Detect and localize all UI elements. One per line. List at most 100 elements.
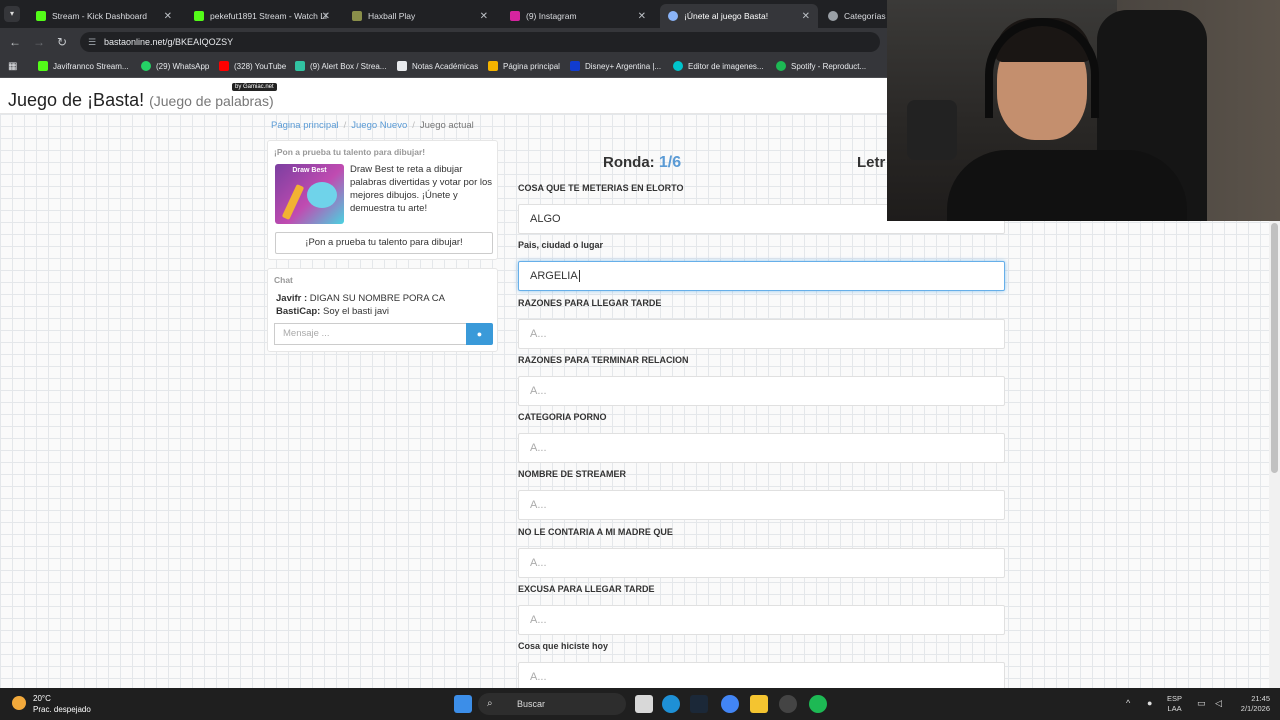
tab-title: Haxball Play — [368, 11, 416, 21]
bookmark-label: Javifrannco Stream... — [53, 61, 129, 71]
chrome-icon[interactable] — [721, 695, 739, 713]
tab-basta-active[interactable]: ¡Únete al juego Basta! ✕ — [660, 4, 818, 28]
bookmark-item[interactable]: Editor de imagenes... — [673, 61, 764, 71]
tab-haxball[interactable]: Haxball Play ✕ — [344, 4, 496, 28]
tab-title: Stream - Kick Dashboard — [52, 11, 147, 21]
taskbar-search[interactable]: ⌕ Buscar — [478, 693, 626, 715]
canva-icon — [673, 61, 683, 71]
category-label: Cosa que hiciste hoy — [518, 641, 609, 651]
globe-icon — [828, 11, 838, 21]
url-text: bastaonline.net/g/BKEAIQOZSY — [104, 37, 234, 47]
kick-icon — [36, 11, 46, 21]
category-field: NO LE CONTARIA A MI MADRE QUE A... — [518, 527, 1005, 578]
breadcrumb-separator: / — [412, 120, 415, 131]
site-info-icon[interactable]: ☰ — [88, 32, 96, 52]
tray-chevron-icon[interactable]: ^ — [1126, 698, 1130, 708]
spotify-icon[interactable] — [809, 695, 827, 713]
category-input[interactable]: A... — [518, 662, 1005, 688]
bookmark-item[interactable]: (328) YouTube — [219, 61, 286, 71]
draw-best-image-label: Draw Best — [292, 167, 327, 174]
windows-taskbar: 20°C Prac. despejado ⌕ Buscar ^ ● ESP LA… — [0, 688, 1280, 720]
scrollbar-thumb[interactable] — [1271, 223, 1278, 473]
bookmark-item[interactable]: Javifrannco Stream... — [38, 61, 129, 71]
kick-icon — [38, 61, 48, 71]
tab-kick-dashboard[interactable]: Stream - Kick Dashboard ✕ — [28, 4, 180, 28]
webcam-overlay — [887, 0, 1280, 221]
bookmark-label: Notas Académicas — [412, 61, 479, 71]
file-explorer-icon[interactable] — [750, 695, 768, 713]
forward-icon[interactable]: → — [33, 34, 45, 50]
page-title[interactable]: Juego de ¡Basta! (Juego de palabras) — [8, 90, 274, 111]
gamiac-badge[interactable]: by Gamiac.net — [232, 83, 277, 91]
bookmark-item[interactable]: (9) Alert Box / Strea... — [295, 61, 386, 71]
tab-categorias[interactable]: Categorías Tr — [820, 4, 890, 28]
bookmark-item[interactable]: Disney+ Argentina |... — [570, 61, 661, 71]
search-label: Buscar — [517, 699, 546, 709]
category-input[interactable]: A... — [518, 433, 1005, 463]
category-label: EXCUSA PARA LLEGAR TARDE — [518, 584, 655, 594]
tab-pekefut-stream[interactable]: pekefut1891 Stream - Watch Li ✕ — [186, 4, 338, 28]
bookmark-item[interactable]: Página principal — [488, 61, 560, 71]
category-input-focused[interactable]: ARGELIA — [518, 261, 1005, 291]
bookmark-item[interactable]: (29) WhatsApp — [141, 61, 209, 71]
clock[interactable]: 21:45 2/1/2026 — [1232, 694, 1270, 714]
breadcrumb-home-link[interactable]: Página principal — [271, 120, 339, 131]
category-input[interactable]: A... — [518, 548, 1005, 578]
edge-icon[interactable] — [662, 695, 680, 713]
category-field: NOMBRE DE STREAMER A... — [518, 469, 1005, 520]
chat-panel: Chat Javifr : DIGAN SU NOMBRE PORA CA Ba… — [267, 268, 498, 352]
instagram-icon — [510, 11, 520, 21]
round-label: Ronda: — [603, 154, 655, 171]
category-label: RAZONES PARA TERMINAR RELACION — [518, 355, 689, 365]
round-indicator: Ronda: 1/6 — [603, 154, 681, 172]
tab-close-icon[interactable]: ✕ — [322, 11, 330, 22]
address-bar[interactable]: ☰ bastaonline.net/g/BKEAIQOZSY — [80, 32, 880, 52]
tab-close-icon[interactable]: ✕ — [802, 11, 810, 22]
tab-close-icon[interactable]: ✕ — [638, 11, 646, 22]
back-icon[interactable]: ← — [9, 34, 21, 50]
draw-best-button[interactable]: ¡Pon a prueba tu talento para dibujar! — [275, 232, 493, 254]
bookmark-label: Página principal — [503, 61, 560, 71]
site-subtitle: (Juego de palabras) — [149, 93, 274, 109]
bookmark-label: (328) YouTube — [234, 61, 287, 71]
whatsapp-icon — [141, 61, 151, 71]
bookmark-item[interactable]: Notas Académicas — [397, 61, 478, 71]
letter-label: Letr — [857, 154, 886, 171]
category-label: Pais, ciudad o lugar — [518, 240, 604, 250]
task-view-icon[interactable] — [635, 695, 653, 713]
tab-search-button[interactable]: ▾ — [4, 6, 20, 22]
category-input[interactable]: A... — [518, 376, 1005, 406]
category-input[interactable]: A... — [518, 490, 1005, 520]
language-indicator[interactable]: ESP LAA — [1167, 694, 1182, 714]
volume-icon[interactable]: ◁ — [1215, 698, 1222, 708]
chat-message-input[interactable]: Mensaje ... — [274, 323, 466, 345]
bookmark-item[interactable]: Spotify - Reproduct... — [776, 61, 866, 71]
steam-icon[interactable] — [690, 695, 708, 713]
network-icon[interactable]: ▭ — [1197, 698, 1206, 708]
windows-start-icon[interactable] — [454, 695, 472, 713]
apps-icon[interactable]: ▦ — [8, 61, 17, 72]
weather-widget[interactable]: 20°C Prac. despejado — [12, 693, 91, 715]
category-field: Pais, ciudad o lugar ARGELIA — [518, 240, 1005, 291]
page-scrollbar[interactable] — [1269, 219, 1280, 688]
category-input[interactable]: A... — [518, 605, 1005, 635]
home-icon — [488, 61, 498, 71]
search-icon: ⌕ — [487, 698, 493, 709]
draw-best-image[interactable]: Draw Best — [275, 164, 344, 224]
category-field: CATEGORIA PORNO A... — [518, 412, 1005, 463]
microphone-icon[interactable]: ● — [1147, 698, 1152, 708]
tab-instagram[interactable]: (9) Instagram ✕ — [502, 4, 654, 28]
tab-close-icon[interactable]: ✕ — [480, 11, 488, 22]
clock-time: 21:45 — [1251, 694, 1270, 703]
tab-close-icon[interactable]: ✕ — [164, 11, 172, 22]
chat-send-button[interactable]: ● — [466, 323, 493, 345]
input-value: ARGELIA — [530, 270, 578, 282]
category-input[interactable]: A... — [518, 319, 1005, 349]
streamer-body — [947, 150, 1187, 221]
streamlabs-icon — [295, 61, 305, 71]
breadcrumb-new-game-link[interactable]: Juego Nuevo — [351, 120, 407, 131]
breadcrumb-separator: / — [343, 120, 347, 131]
obs-icon[interactable] — [779, 695, 797, 713]
reload-icon[interactable]: ↻ — [57, 34, 67, 50]
category-field: Cosa que hiciste hoy A... — [518, 641, 1005, 688]
